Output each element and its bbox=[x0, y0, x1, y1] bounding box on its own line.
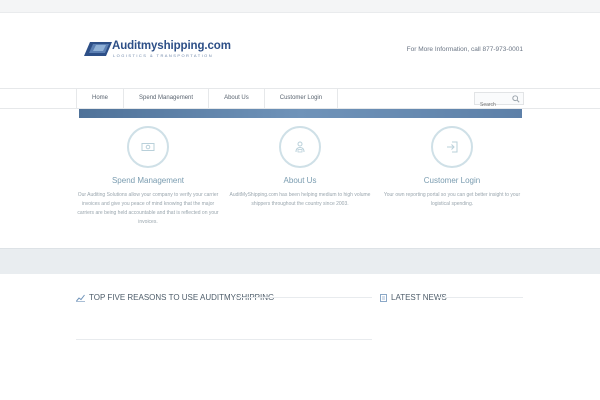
feature-title[interactable]: Customer Login bbox=[377, 176, 527, 185]
top-bar bbox=[0, 0, 600, 13]
hero-slider bbox=[79, 109, 522, 118]
search-icon[interactable] bbox=[512, 95, 520, 103]
nav-item-home[interactable]: Home bbox=[76, 89, 123, 108]
nav-item-about-us[interactable]: About Us bbox=[208, 89, 264, 108]
trend-chart-icon bbox=[76, 294, 85, 302]
site-header: Auditmyshipping.com LOGISTICS & TRANSPOR… bbox=[0, 13, 600, 88]
content-section: TOP FIVE REASONS TO USE AUDITMYSHIPPING … bbox=[0, 274, 600, 400]
money-icon bbox=[141, 143, 155, 151]
feature-description: AuditMyShipping.com has been helping med… bbox=[229, 192, 371, 207]
feature-title[interactable]: Spend Management bbox=[73, 176, 223, 185]
logo-text: Auditmyshipping.com bbox=[112, 40, 231, 52]
feature-spend-management: Spend Management Our Auditing Solutions … bbox=[73, 126, 223, 227]
reasons-content-rule bbox=[76, 339, 372, 340]
nav-menu: Home Spend Management About Us Customer … bbox=[76, 89, 339, 108]
feature-icon-circle[interactable] bbox=[127, 126, 169, 168]
document-icon bbox=[380, 293, 387, 302]
feature-icon-circle[interactable] bbox=[279, 126, 321, 168]
people-icon bbox=[295, 141, 305, 153]
news-heading: LATEST NEWS bbox=[380, 293, 447, 302]
feature-title[interactable]: About Us bbox=[225, 176, 375, 185]
feature-about-us: About Us AuditMyShipping.com has been he… bbox=[225, 126, 375, 209]
logo-mark-icon bbox=[84, 42, 112, 56]
main-navigation: Home Spend Management About Us Customer … bbox=[0, 88, 600, 111]
features-section: Spend Management Our Auditing Solutions … bbox=[0, 118, 600, 248]
search-box bbox=[474, 92, 524, 111]
feature-description: Our Auditing Solutions allow your compan… bbox=[77, 192, 219, 225]
site-logo[interactable]: Auditmyshipping.com LOGISTICS & TRANSPOR… bbox=[84, 40, 231, 68]
contact-info: For More Information, call 877-973-0001 bbox=[406, 46, 523, 53]
divider-band bbox=[0, 248, 600, 274]
reasons-heading-rule bbox=[235, 297, 372, 298]
nav-item-customer-login[interactable]: Customer Login bbox=[263, 89, 339, 108]
logo-tagline: LOGISTICS & TRANSPORTATION bbox=[113, 53, 214, 58]
nav-item-spend-management[interactable]: Spend Management bbox=[123, 89, 208, 108]
feature-customer-login: Customer Login Your own reporting portal… bbox=[377, 126, 527, 209]
login-icon bbox=[447, 141, 458, 153]
news-heading-rule bbox=[438, 297, 523, 298]
feature-icon-circle[interactable] bbox=[431, 126, 473, 168]
feature-description: Your own reporting portal so you can get… bbox=[383, 192, 521, 207]
